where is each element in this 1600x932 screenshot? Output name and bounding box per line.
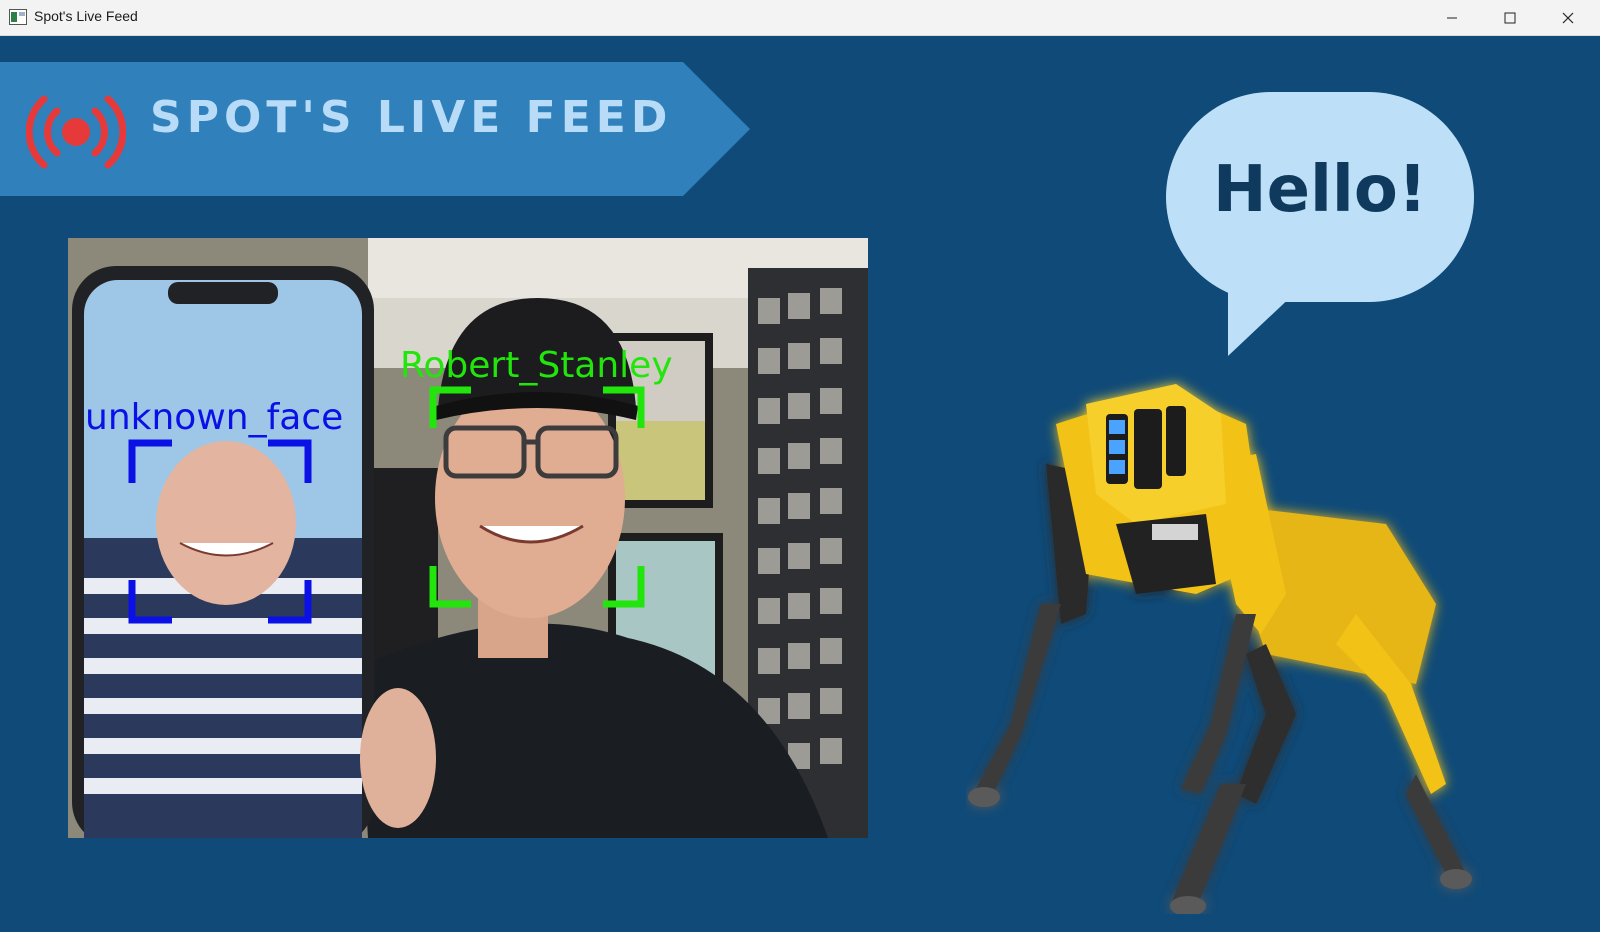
maximize-icon <box>1504 12 1516 23</box>
broadcast-icon <box>25 94 127 174</box>
app-icon <box>9 9 27 29</box>
known-face-label: Robert_Stanley <box>400 345 673 386</box>
spot-robot-illustration <box>968 384 1472 914</box>
live-feed-canvas: SPOT'S LIVE FEED unknown_face Robert_Sta… <box>0 36 1600 932</box>
camera-frame <box>68 238 868 838</box>
maximize-button[interactable] <box>1481 0 1539 35</box>
close-button[interactable] <box>1539 0 1597 35</box>
window-title: Spot's Live Feed <box>34 8 138 24</box>
camera-feed: unknown_face Robert_Stanley <box>68 238 868 838</box>
banner-title: SPOT'S LIVE FEED <box>150 92 673 143</box>
speech-text: Hello! <box>1213 153 1427 227</box>
speech-bubble <box>1166 92 1474 356</box>
window-titlebar: Spot's Live Feed <box>0 0 1600 36</box>
unknown-face-label: unknown_face <box>85 397 344 438</box>
minimize-button[interactable] <box>1423 0 1481 35</box>
minimize-icon <box>1447 17 1457 18</box>
close-icon <box>1562 12 1574 23</box>
